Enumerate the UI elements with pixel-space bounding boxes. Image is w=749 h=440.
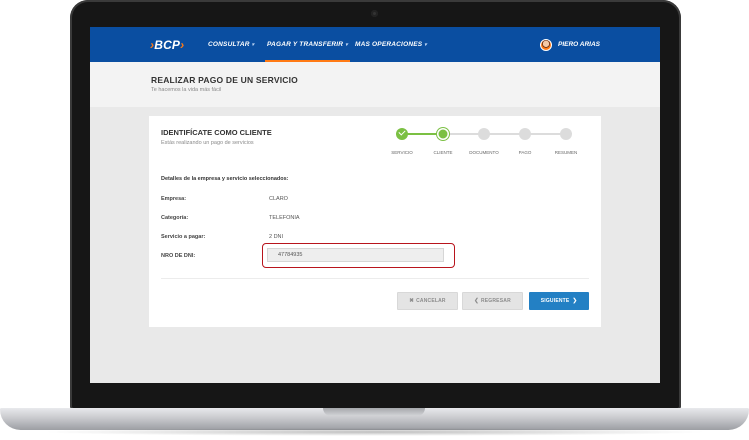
card-subtitle: Estás realizando un pago de servicios bbox=[161, 140, 254, 146]
chevron-down-icon: ▾ bbox=[251, 42, 255, 48]
top-navbar: ›BCP› CONSULTAR ▾ PAGAR Y TRANSFERIR ▾ MAS… bbox=[90, 27, 660, 62]
webcam-icon bbox=[371, 10, 378, 17]
step-cliente-dot bbox=[437, 128, 449, 140]
user-menu[interactable]: PIERO ARIAS bbox=[540, 27, 600, 62]
page-header: REALIZAR PAGO DE UN SERVICIO Te hacemos … bbox=[90, 62, 660, 107]
categoria-value: TELEFONIA bbox=[269, 215, 300, 221]
identification-card: IDENTIFÍCATE COMO CLIENTE Estás realizan… bbox=[149, 116, 601, 327]
dni-label: NRO DE DNI: bbox=[161, 253, 196, 259]
close-icon: ✖ bbox=[409, 298, 415, 304]
categoria-label: Categoría: bbox=[161, 215, 189, 221]
laptop-base bbox=[0, 408, 749, 430]
step-label-pago: PAGO bbox=[518, 150, 532, 155]
laptop-base-notch bbox=[323, 408, 425, 416]
step-label-cliente: CLIENTE bbox=[433, 150, 453, 155]
logo-text: BCP bbox=[154, 38, 181, 52]
back-button[interactable]: ❮ REGRESAR bbox=[462, 292, 523, 310]
nav-item-label: CONSULTAR bbox=[208, 41, 250, 48]
laptop-shadow bbox=[40, 428, 709, 436]
servicio-label: Servicio a pagar: bbox=[161, 234, 206, 240]
section-title: Detalles de la empresa y servicio selecc… bbox=[161, 176, 289, 182]
chevron-down-icon: ▾ bbox=[345, 42, 348, 48]
logo-chevron-right-icon: › bbox=[180, 38, 185, 52]
chevron-left-icon: ❮ bbox=[474, 298, 479, 304]
servicio-value: 2 DNI bbox=[269, 234, 284, 240]
step-label-servicio: SERVICIO bbox=[391, 150, 413, 155]
step-documento-dot bbox=[478, 128, 490, 140]
chevron-right-icon: ❯ bbox=[572, 298, 578, 304]
back-button-label: REGRESAR bbox=[480, 298, 511, 304]
step-servicio-check-icon bbox=[396, 128, 408, 140]
nav-item-label: MAS OPERACIONES bbox=[355, 41, 423, 48]
dni-input[interactable] bbox=[267, 248, 444, 262]
page-title: REALIZAR PAGO DE UN SERVICIO bbox=[151, 75, 298, 85]
cancel-button[interactable]: ✖ CANCELAR bbox=[397, 292, 458, 310]
cancel-button-label: CANCELAR bbox=[416, 298, 446, 304]
avatar bbox=[540, 38, 552, 51]
user-name: PIERO ARIAS bbox=[558, 41, 601, 48]
nav-item-label: PAGAR Y TRANSFERIR bbox=[267, 41, 344, 48]
step-pago-dot bbox=[519, 128, 531, 140]
laptop-lid: ›BCP› CONSULTAR ▾ PAGAR Y TRANSFERIR ▾ MAS… bbox=[70, 0, 681, 410]
laptop-screen: ›BCP› CONSULTAR ▾ PAGAR Y TRANSFERIR ▾ MAS… bbox=[90, 27, 660, 383]
next-button-label: SIGUIENTE bbox=[540, 298, 570, 304]
chevron-down-icon: ▾ bbox=[424, 42, 428, 48]
divider bbox=[161, 278, 589, 279]
nav-item-pagar-y-transferir[interactable]: PAGAR Y TRANSFERIR ▾ bbox=[265, 27, 350, 62]
empresa-label: Empresa: bbox=[161, 196, 187, 202]
nav-item-mas-operaciones[interactable]: MAS OPERACIONES ▾ bbox=[355, 27, 427, 62]
progress-stepper: SERVICIO CLIENTE DOCUMENTO PAGO RESUMEN bbox=[391, 128, 591, 160]
nav-item-consultar[interactable]: CONSULTAR ▾ bbox=[208, 27, 254, 62]
bcp-logo[interactable]: ›BCP› bbox=[150, 38, 184, 52]
step-resumen-dot bbox=[560, 128, 572, 140]
step-label-resumen: RESUMEN bbox=[554, 150, 578, 155]
step-label-documento: DOCUMENTO bbox=[469, 150, 499, 155]
empresa-value: CLARO bbox=[269, 196, 288, 202]
next-button[interactable]: SIGUIENTE ❯ bbox=[529, 292, 589, 310]
card-title: IDENTIFÍCATE COMO CLIENTE bbox=[161, 128, 272, 137]
page-subtitle: Te hacemos la vida más fácil bbox=[151, 87, 222, 93]
